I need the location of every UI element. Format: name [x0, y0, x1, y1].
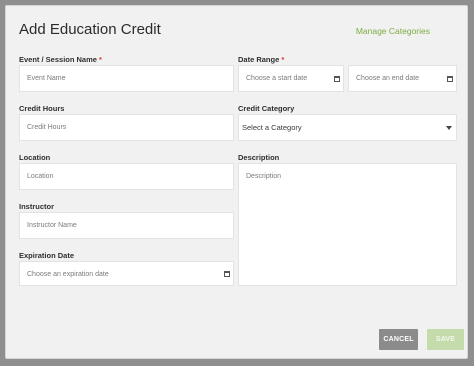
- event-name-input[interactable]: Event Name: [19, 65, 234, 92]
- credit-category-label: Credit Category: [238, 104, 295, 113]
- required-marker: *: [281, 55, 285, 64]
- required-marker: *: [99, 55, 102, 64]
- calendar-icon[interactable]: [224, 270, 230, 277]
- credit-category-selected: Select a Category: [242, 123, 302, 132]
- description-label: Description: [238, 153, 280, 162]
- credit-hours-label: Credit Hours: [19, 104, 65, 113]
- cancel-button[interactable]: CANCEL: [379, 329, 418, 350]
- instructor-label: Instructor: [19, 202, 55, 211]
- credit-category-select[interactable]: Select a Category: [238, 114, 457, 141]
- date-range-label-text: Date Range: [238, 55, 280, 64]
- location-placeholder: Location: [27, 173, 54, 180]
- start-date-placeholder: Choose a start date: [246, 75, 308, 82]
- expiration-date-label: Expiration Date: [19, 251, 75, 260]
- event-name-placeholder: Event Name: [27, 75, 66, 82]
- expiration-date-placeholder: Choose an expiration date: [27, 271, 109, 278]
- credit-hours-placeholder: Credit Hours: [27, 124, 67, 131]
- location-input[interactable]: Location: [19, 163, 234, 190]
- location-label: Location: [19, 153, 51, 162]
- description-placeholder: Description: [246, 173, 282, 180]
- end-date-input[interactable]: Choose an end date: [348, 65, 457, 92]
- expiration-date-input[interactable]: Choose an expiration date: [19, 261, 234, 286]
- end-date-placeholder: Choose an end date: [356, 75, 420, 82]
- credit-hours-input[interactable]: Credit Hours: [19, 114, 234, 141]
- instructor-placeholder: Instructor Name: [27, 222, 77, 229]
- calendar-icon[interactable]: [447, 75, 453, 82]
- event-name-label-text: Event / Session Name: [19, 55, 97, 64]
- event-name-label: Event / Session Name *: [19, 55, 102, 64]
- description-textarea[interactable]: Description: [238, 163, 457, 286]
- manage-categories-link[interactable]: Manage Categories: [356, 26, 430, 36]
- chevron-down-icon[interactable]: [446, 125, 452, 130]
- calendar-icon[interactable]: [334, 75, 340, 82]
- save-button[interactable]: SAVE: [427, 329, 464, 350]
- start-date-input[interactable]: Choose a start date: [238, 65, 344, 92]
- instructor-input[interactable]: Instructor Name: [19, 212, 234, 239]
- dialog-title: Add Education Credit: [19, 21, 161, 38]
- date-range-label: Date Range *: [238, 55, 284, 64]
- add-education-credit-dialog: Add Education Credit Manage Categories E…: [5, 5, 468, 359]
